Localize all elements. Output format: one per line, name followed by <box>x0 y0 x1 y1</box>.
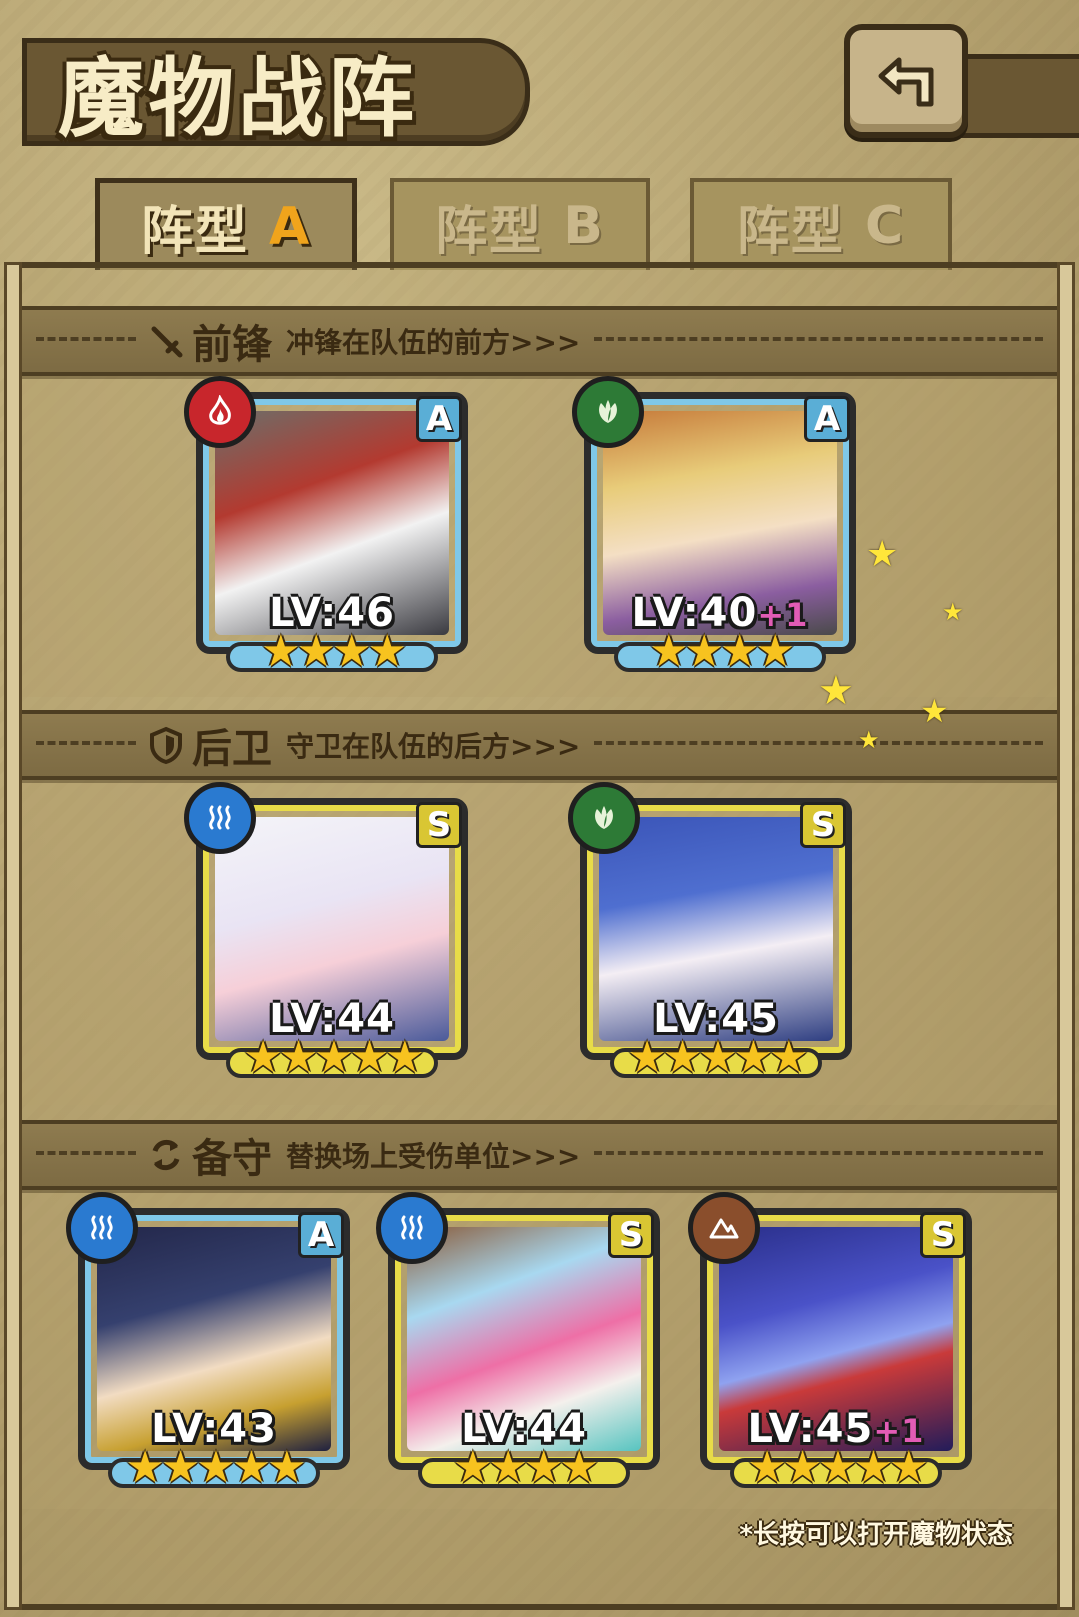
tab-letter: C <box>864 196 906 256</box>
rank-badge: S <box>800 802 846 848</box>
section-title: 备守 <box>192 1135 272 1182</box>
level-label: LV:44 <box>388 1406 660 1452</box>
level-label: LV:44 <box>196 996 468 1042</box>
section-subtitle: 替换场上受伤单位>>> <box>286 1140 581 1173</box>
rank-badge: S <box>608 1212 654 1258</box>
section-subtitle: 守卫在队伍的后方>>> <box>286 730 581 763</box>
level-label: LV:46 <box>196 590 468 636</box>
monster-card-rear-2[interactable]: S ★★★★★ LV:45 <box>568 782 852 1083</box>
divider <box>594 741 1043 749</box>
tab-formation-a[interactable]: 阵型 A <box>95 178 357 270</box>
earth-element-icon <box>688 1192 760 1264</box>
level-bonus: +1 <box>757 596 809 634</box>
right-rail <box>1057 262 1075 1610</box>
tab-label: 阵型 <box>736 201 845 262</box>
sparkle-icon: ★ <box>942 598 964 626</box>
divider <box>594 337 1043 345</box>
tab-formation-b[interactable]: 阵型 B <box>390 178 650 270</box>
tab-letter: B <box>563 196 605 256</box>
level-value: LV:46 <box>269 590 395 636</box>
water-element-icon <box>376 1192 448 1264</box>
level-value: LV:43 <box>151 1406 277 1452</box>
page-title: 魔物战阵 <box>58 48 418 149</box>
section-subtitle: 冲锋在队伍的前方>>> <box>286 326 581 359</box>
level-value: LV:45 <box>747 1406 874 1452</box>
level-value: LV:45 <box>653 996 779 1042</box>
sparkle-icon: ★ <box>866 534 899 575</box>
divider <box>36 741 136 749</box>
section-rear-header: 后卫 守卫在队伍的后方>>> <box>22 710 1057 780</box>
monster-card-reserve-1[interactable]: A ★★★★★ LV:43 <box>66 1192 350 1493</box>
section-title: 后卫 <box>192 725 272 772</box>
tab-label: 阵型 <box>435 201 544 262</box>
water-element-icon <box>184 782 256 854</box>
rank-badge: S <box>920 1212 966 1258</box>
monster-card-front-1[interactable]: A ★★★★ LV:46 <box>184 376 468 677</box>
rear-row <box>22 780 1057 1105</box>
sparkle-icon: ★ <box>920 692 949 730</box>
level-value: LV:44 <box>461 1406 587 1452</box>
top-bar-right <box>960 54 1079 138</box>
return-arrow-icon <box>878 57 934 107</box>
section-reserve-header: 备守 替换场上受伤单位>>> <box>22 1120 1057 1190</box>
level-label: LV:45 <box>580 996 852 1042</box>
monster-card-front-2[interactable]: A ★★★★ LV:40+1 <box>572 376 856 677</box>
left-rail <box>4 262 22 1610</box>
back-button[interactable] <box>844 24 968 138</box>
monster-card-rear-1[interactable]: S ★★★★★ LV:44 <box>184 782 468 1083</box>
tab-label: 阵型 <box>140 202 249 262</box>
rank-badge: S <box>416 802 462 848</box>
level-label: LV:43 <box>78 1406 350 1452</box>
sparkle-icon: ★ <box>818 668 854 714</box>
divider <box>594 1151 1043 1159</box>
section-front-header: 前锋 冲锋在队伍的前方>>> <box>22 306 1057 376</box>
monster-card-reserve-3[interactable]: S ★★★★★ LV:45+1 <box>688 1192 972 1493</box>
level-label: LV:40+1 <box>584 590 856 636</box>
rank-badge: A <box>416 396 462 442</box>
tab-letter: A <box>268 196 312 257</box>
divider <box>36 337 136 345</box>
fire-element-icon <box>184 376 256 448</box>
swap-arrows-icon <box>152 1139 180 1171</box>
level-bonus: +1 <box>873 1412 925 1450</box>
divider <box>36 1151 136 1159</box>
shield-icon <box>150 726 182 765</box>
level-value: LV:44 <box>269 996 395 1042</box>
sparkle-icon: ★ <box>858 726 880 754</box>
level-value: LV:40 <box>631 590 758 636</box>
water-element-icon <box>66 1192 138 1264</box>
front-row <box>22 376 1057 697</box>
leaf-element-icon <box>572 376 644 448</box>
leaf-element-icon <box>568 782 640 854</box>
monster-card-reserve-2[interactable]: S ★★★★ LV:44 <box>376 1192 660 1493</box>
section-title: 前锋 <box>192 321 272 368</box>
rank-badge: A <box>298 1212 344 1258</box>
long-press-hint: *长按可以打开魔物状态 <box>739 1520 1013 1550</box>
rank-badge: A <box>804 396 850 442</box>
tab-formation-c[interactable]: 阵型 C <box>690 178 952 270</box>
sword-icon <box>151 326 183 358</box>
level-label: LV:45+1 <box>700 1406 972 1452</box>
